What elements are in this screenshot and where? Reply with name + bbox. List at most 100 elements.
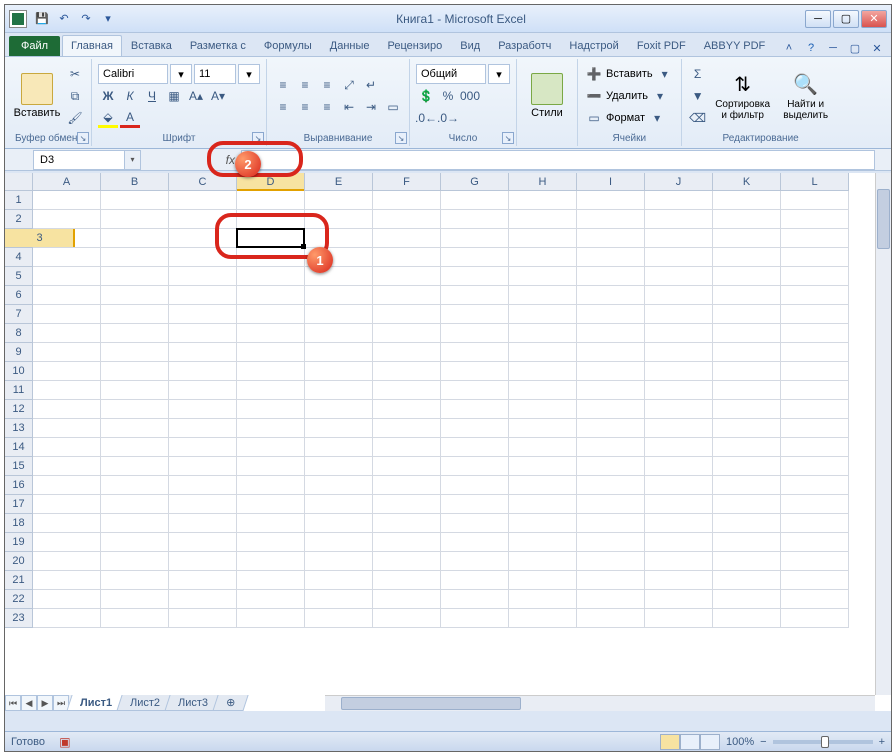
cell-E6[interactable] [305, 286, 373, 305]
copy-icon[interactable]: ⧉ [65, 86, 85, 106]
row-header-8[interactable]: 8 [5, 324, 33, 343]
cell-J7[interactable] [645, 305, 713, 324]
cell-H7[interactable] [509, 305, 577, 324]
cell-A8[interactable] [33, 324, 101, 343]
cell-L16[interactable] [781, 476, 849, 495]
align-left-icon[interactable]: ≡ [273, 97, 293, 117]
row-header-20[interactable]: 20 [5, 552, 33, 571]
cell-J19[interactable] [645, 533, 713, 552]
cell-B23[interactable] [101, 609, 169, 628]
number-format-dd[interactable]: ▾ [488, 64, 510, 84]
cell-H20[interactable] [509, 552, 577, 571]
cell-F15[interactable] [373, 457, 441, 476]
align-bottom-icon[interactable]: ≡ [317, 75, 337, 95]
cell-A12[interactable] [33, 400, 101, 419]
underline-button[interactable]: Ч [142, 86, 162, 106]
tab-home[interactable]: Главная [62, 35, 122, 56]
cell-K4[interactable] [713, 248, 781, 267]
file-tab[interactable]: Файл [9, 36, 60, 56]
delete-cells-dd[interactable]: ▾ [650, 86, 670, 106]
cell-C3[interactable] [169, 229, 237, 248]
undo-icon[interactable]: ↶ [55, 10, 73, 28]
cell-C9[interactable] [169, 343, 237, 362]
row-header-15[interactable]: 15 [5, 457, 33, 476]
cell-D4[interactable] [237, 248, 305, 267]
cell-K2[interactable] [713, 210, 781, 229]
cell-G11[interactable] [441, 381, 509, 400]
save-icon[interactable]: 💾 [33, 10, 51, 28]
cell-F9[interactable] [373, 343, 441, 362]
close-button[interactable]: ✕ [861, 10, 887, 28]
cell-J2[interactable] [645, 210, 713, 229]
cell-E21[interactable] [305, 571, 373, 590]
cell-A2[interactable] [33, 210, 101, 229]
cell-J22[interactable] [645, 590, 713, 609]
cell-L15[interactable] [781, 457, 849, 476]
cell-F7[interactable] [373, 305, 441, 324]
format-painter-icon[interactable]: 🖌 [65, 108, 85, 128]
cell-G21[interactable] [441, 571, 509, 590]
cell-A14[interactable] [33, 438, 101, 457]
cell-G2[interactable] [441, 210, 509, 229]
cell-K19[interactable] [713, 533, 781, 552]
row-header-1[interactable]: 1 [5, 191, 33, 210]
cell-G19[interactable] [441, 533, 509, 552]
comma-icon[interactable]: 000 [460, 86, 480, 106]
cell-K9[interactable] [713, 343, 781, 362]
cell-E12[interactable] [305, 400, 373, 419]
clipboard-launcher[interactable]: ↘ [77, 132, 89, 144]
cell-E15[interactable] [305, 457, 373, 476]
cell-G12[interactable] [441, 400, 509, 419]
border-icon[interactable]: ▦ [164, 86, 184, 106]
orientation-icon[interactable]: ⤢ [339, 75, 359, 95]
cell-B3[interactable] [101, 229, 169, 248]
cell-B13[interactable] [101, 419, 169, 438]
cell-D16[interactable] [237, 476, 305, 495]
row-header-9[interactable]: 9 [5, 343, 33, 362]
cell-E8[interactable] [305, 324, 373, 343]
cell-J11[interactable] [645, 381, 713, 400]
cell-J6[interactable] [645, 286, 713, 305]
cell-B5[interactable] [101, 267, 169, 286]
cell-C7[interactable] [169, 305, 237, 324]
cut-icon[interactable]: ✂ [65, 64, 85, 84]
cell-D18[interactable] [237, 514, 305, 533]
cell-A18[interactable] [33, 514, 101, 533]
cell-I21[interactable] [577, 571, 645, 590]
cell-L10[interactable] [781, 362, 849, 381]
doc-restore-icon[interactable]: ▢ [847, 40, 863, 56]
font-name-select[interactable]: Calibri [98, 64, 168, 84]
cell-L14[interactable] [781, 438, 849, 457]
cell-C10[interactable] [169, 362, 237, 381]
cell-K8[interactable] [713, 324, 781, 343]
cell-G9[interactable] [441, 343, 509, 362]
cell-F20[interactable] [373, 552, 441, 571]
cell-K21[interactable] [713, 571, 781, 590]
font-size-select[interactable]: 11 [194, 64, 236, 84]
decrease-decimal-icon[interactable]: .0→ [438, 108, 458, 128]
cell-B2[interactable] [101, 210, 169, 229]
delete-cells-label[interactable]: Удалить [606, 90, 648, 102]
cell-G6[interactable] [441, 286, 509, 305]
cell-C1[interactable] [169, 191, 237, 210]
minimize-ribbon-icon[interactable]: ˄ [781, 40, 797, 56]
currency-icon[interactable]: 💲 [416, 86, 436, 106]
delete-cells-icon[interactable]: ➖ [584, 86, 604, 106]
cell-D19[interactable] [237, 533, 305, 552]
column-header-D[interactable]: D [237, 173, 305, 191]
cell-K10[interactable] [713, 362, 781, 381]
cell-C20[interactable] [169, 552, 237, 571]
number-format-select[interactable]: Общий [416, 64, 486, 84]
row-header-13[interactable]: 13 [5, 419, 33, 438]
cell-H8[interactable] [509, 324, 577, 343]
cell-B20[interactable] [101, 552, 169, 571]
format-cells-icon[interactable]: ▭ [584, 108, 604, 128]
column-header-B[interactable]: B [101, 173, 169, 191]
row-header-14[interactable]: 14 [5, 438, 33, 457]
column-header-G[interactable]: G [441, 173, 509, 191]
cell-A19[interactable] [33, 533, 101, 552]
row-header-11[interactable]: 11 [5, 381, 33, 400]
cell-G3[interactable] [441, 229, 509, 248]
cell-H5[interactable] [509, 267, 577, 286]
cell-J10[interactable] [645, 362, 713, 381]
